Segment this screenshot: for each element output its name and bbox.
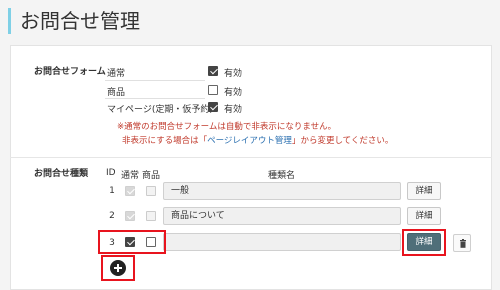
trash-icon	[460, 239, 466, 248]
page-layout-link[interactable]: ページレイアウト管理	[207, 136, 292, 146]
note-suffix: 」から変更してください。	[291, 136, 394, 146]
type-name-input[interactable]: 一般	[163, 182, 401, 200]
form-row-divider	[105, 80, 205, 81]
highlight-detail-button	[402, 229, 446, 256]
form-product-valid-label: 有効	[224, 88, 243, 98]
type-name-input[interactable]	[163, 233, 401, 251]
note-prefix: 非表示にする場合は「	[122, 136, 208, 146]
form-normal-valid-label: 有効	[224, 69, 243, 79]
type-row-product-checkbox	[146, 211, 156, 221]
form-mypage-valid-label: 有効	[224, 105, 243, 115]
type-row-normal-checkbox	[125, 186, 135, 196]
type-name-input[interactable]: 商品について	[163, 207, 401, 225]
delete-button[interactable]	[453, 234, 471, 252]
type-row-normal-checkbox	[125, 211, 135, 221]
page-header: お問合せ管理	[0, 0, 500, 42]
column-header-id: ID	[106, 168, 116, 178]
form-product-valid-checkbox[interactable]	[208, 85, 218, 95]
form-name-product: 商品	[107, 88, 126, 98]
types-section-label: お問合せ種類	[34, 169, 89, 179]
detail-button[interactable]: 詳細	[407, 182, 441, 200]
form-note-line1: ※通常のお問合せフォームは自動で非表示になりません。	[117, 122, 337, 132]
highlight-checkboxes	[98, 230, 166, 254]
column-header-product: 商品	[142, 171, 161, 181]
form-row-divider	[105, 98, 205, 99]
detail-button[interactable]: 詳細	[407, 207, 441, 225]
forms-section-label: お問合せフォーム	[34, 67, 106, 77]
page-title: お問合せ管理	[20, 9, 140, 33]
type-row-product-checkbox	[146, 186, 156, 196]
highlight-add-button	[101, 255, 135, 281]
form-normal-valid-checkbox[interactable]	[208, 66, 218, 76]
form-note-line2: 非表示にする場合は「ページレイアウト管理」から変更してください。	[122, 134, 393, 146]
title-accent-bar	[8, 8, 11, 34]
form-name-mypage: マイページ(定期・仮予約)	[107, 105, 213, 115]
type-row-id: 2	[109, 211, 115, 221]
column-header-normal: 通常	[121, 171, 140, 181]
column-header-name: 種類名	[268, 171, 296, 181]
type-row-id: 1	[109, 186, 115, 196]
section-divider	[10, 157, 492, 158]
form-mypage-valid-checkbox[interactable]	[208, 102, 218, 112]
form-name-normal: 通常	[107, 69, 126, 79]
